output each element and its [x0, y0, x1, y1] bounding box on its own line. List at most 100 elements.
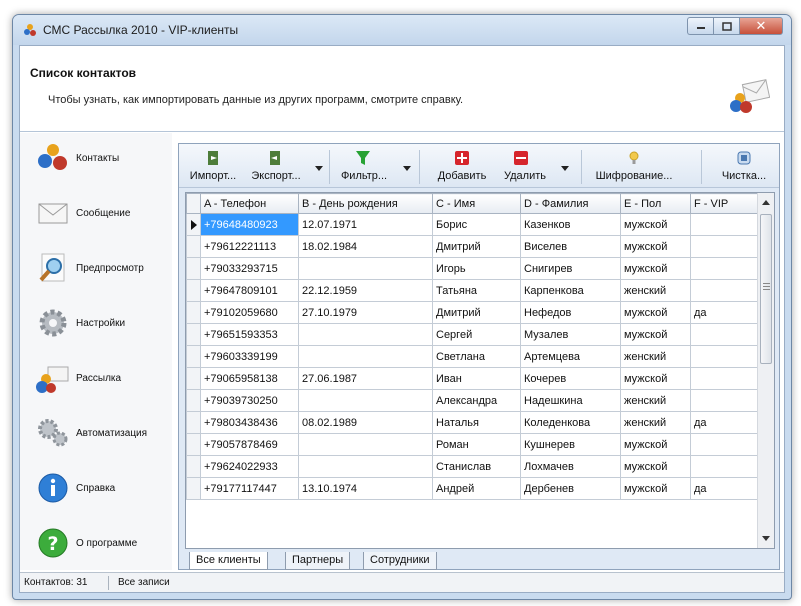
delete-button[interactable]: Удалить	[497, 148, 577, 186]
cell-last-name[interactable]: Дербенев	[520, 477, 621, 500]
vertical-scrollbar[interactable]	[757, 193, 774, 548]
tab-partners[interactable]: Партнеры	[285, 552, 351, 570]
row-indicator[interactable]	[186, 345, 201, 368]
cell-gender[interactable]: мужской	[620, 367, 691, 390]
tab-all-clients[interactable]: Все клиенты	[189, 552, 268, 570]
cell-last-name[interactable]: Кушнерев	[520, 433, 621, 456]
cell-last-name[interactable]: Музалев	[520, 323, 621, 346]
cell-vip[interactable]	[690, 433, 761, 456]
cell-phone[interactable]: +79651593353	[200, 323, 299, 346]
scroll-down-icon[interactable]	[762, 536, 770, 541]
filter-button[interactable]: Фильтр...	[333, 148, 413, 186]
cell-birthday[interactable]: 22.12.1959	[298, 279, 433, 302]
clean-button[interactable]: Чистка...	[717, 148, 771, 186]
cell-last-name[interactable]: Карпенкова	[520, 279, 621, 302]
cell-last-name[interactable]: Лохмачев	[520, 455, 621, 478]
cell-first-name[interactable]: Андрей	[432, 477, 521, 500]
cell-phone[interactable]: +79647809101	[200, 279, 299, 302]
export-button[interactable]: Экспорт...	[245, 148, 325, 186]
column-header-first-name[interactable]: C - Имя	[432, 193, 521, 214]
cell-phone[interactable]: +79039730250	[200, 389, 299, 412]
sidebar-item-automation[interactable]: Автоматизация	[20, 414, 172, 454]
table-row[interactable]: +79648480923 12.07.1971 Борис Казенков мужск…	[186, 213, 761, 236]
column-header-birthday[interactable]: B - День рождения	[298, 193, 433, 214]
cell-vip[interactable]	[690, 345, 761, 368]
row-indicator[interactable]	[186, 301, 201, 324]
cell-birthday[interactable]: 27.10.1979	[298, 301, 433, 324]
scroll-thumb[interactable]	[760, 214, 772, 364]
table-row[interactable]: +79057878469 Роман Кушнерев мужской	[186, 433, 761, 456]
table-row[interactable]: +79624022933 Станислав Лохмачев мужской	[186, 455, 761, 478]
cell-birthday[interactable]	[298, 345, 433, 368]
cell-birthday[interactable]: 27.06.1987	[298, 367, 433, 390]
cell-phone[interactable]: +79624022933	[200, 455, 299, 478]
table-row[interactable]: +79033293715 Игорь Снигирев мужской	[186, 257, 761, 280]
cell-birthday[interactable]: 13.10.1974	[298, 477, 433, 500]
cell-last-name[interactable]: Виселев	[520, 235, 621, 258]
cell-first-name[interactable]: Дмитрий	[432, 235, 521, 258]
filter-dropdown-icon[interactable]	[403, 166, 411, 171]
cell-birthday[interactable]	[298, 323, 433, 346]
cell-vip[interactable]: да	[690, 411, 761, 434]
table-row[interactable]: +79177117447 13.10.1974 Андрей Дербенев мужс…	[186, 477, 761, 500]
row-indicator[interactable]	[186, 411, 201, 434]
cell-vip[interactable]	[690, 323, 761, 346]
cell-first-name[interactable]: Сергей	[432, 323, 521, 346]
tab-employees[interactable]: Сотрудники	[363, 552, 437, 570]
cell-first-name[interactable]: Светлана	[432, 345, 521, 368]
cell-birthday[interactable]	[298, 455, 433, 478]
cell-first-name[interactable]: Игорь	[432, 257, 521, 280]
sidebar-item-message[interactable]: Сообщение	[20, 194, 172, 234]
cell-gender[interactable]: мужской	[620, 301, 691, 324]
cell-phone[interactable]: +79065958138	[200, 367, 299, 390]
cell-phone[interactable]: +79612221113	[200, 235, 299, 258]
cell-phone[interactable]: +79033293715	[200, 257, 299, 280]
delete-dropdown-icon[interactable]	[561, 166, 569, 171]
cell-birthday[interactable]	[298, 433, 433, 456]
cell-last-name[interactable]: Казенков	[520, 213, 621, 236]
cell-first-name[interactable]: Наталья	[432, 411, 521, 434]
cell-vip[interactable]	[690, 213, 761, 236]
cell-gender[interactable]: женский	[620, 345, 691, 368]
cell-vip[interactable]: да	[690, 301, 761, 324]
row-indicator[interactable]	[186, 323, 201, 346]
cell-gender[interactable]: мужской	[620, 433, 691, 456]
column-header-last-name[interactable]: D - Фамилия	[520, 193, 621, 214]
encrypt-button[interactable]: Шифрование...	[587, 148, 681, 186]
cell-phone[interactable]: +79603339199	[200, 345, 299, 368]
row-indicator[interactable]	[186, 279, 201, 302]
title-bar[interactable]: СМС Рассылка 2010 - VIP-клиенты ✕	[13, 15, 791, 45]
cell-last-name[interactable]: Снигирев	[520, 257, 621, 280]
cell-last-name[interactable]: Кочерев	[520, 367, 621, 390]
table-row[interactable]: +79102059680 27.10.1979 Дмитрий Нефедов мужс…	[186, 301, 761, 324]
row-indicator[interactable]	[186, 455, 201, 478]
cell-gender[interactable]: мужской	[620, 235, 691, 258]
row-indicator[interactable]	[186, 213, 201, 236]
cell-first-name[interactable]: Татьяна	[432, 279, 521, 302]
table-row[interactable]: +79039730250 Александра Надешкина женский	[186, 389, 761, 412]
cell-gender[interactable]: мужской	[620, 323, 691, 346]
column-header-gender[interactable]: E - Пол	[620, 193, 691, 214]
cell-first-name[interactable]: Станислав	[432, 455, 521, 478]
table-row[interactable]: +79803438436 08.02.1989 Наталья Коледенкова…	[186, 411, 761, 434]
cell-vip[interactable]	[690, 257, 761, 280]
sidebar-item-about[interactable]: ? О программе	[20, 524, 172, 564]
row-indicator[interactable]	[186, 257, 201, 280]
cell-vip[interactable]	[690, 455, 761, 478]
cell-last-name[interactable]: Надешкина	[520, 389, 621, 412]
row-indicator[interactable]	[186, 389, 201, 412]
cell-phone[interactable]: +79648480923	[200, 213, 299, 236]
table-row[interactable]: +79065958138 27.06.1987 Иван Кочерев мужской	[186, 367, 761, 390]
cell-gender[interactable]: женский	[620, 411, 691, 434]
cell-birthday[interactable]: 08.02.1989	[298, 411, 433, 434]
contacts-grid[interactable]: A - Телефон B - День рождения C - Имя D …	[185, 192, 775, 549]
sidebar-item-settings[interactable]: Настройки	[20, 304, 172, 344]
cell-vip[interactable]	[690, 279, 761, 302]
cell-phone[interactable]: +79177117447	[200, 477, 299, 500]
cell-birthday[interactable]: 12.07.1971	[298, 213, 433, 236]
cell-birthday[interactable]	[298, 389, 433, 412]
cell-first-name[interactable]: Александра	[432, 389, 521, 412]
minimize-button[interactable]	[687, 17, 713, 35]
table-row[interactable]: +79603339199 Светлана Артемцева женский	[186, 345, 761, 368]
sidebar-item-help[interactable]: Справка	[20, 469, 172, 509]
